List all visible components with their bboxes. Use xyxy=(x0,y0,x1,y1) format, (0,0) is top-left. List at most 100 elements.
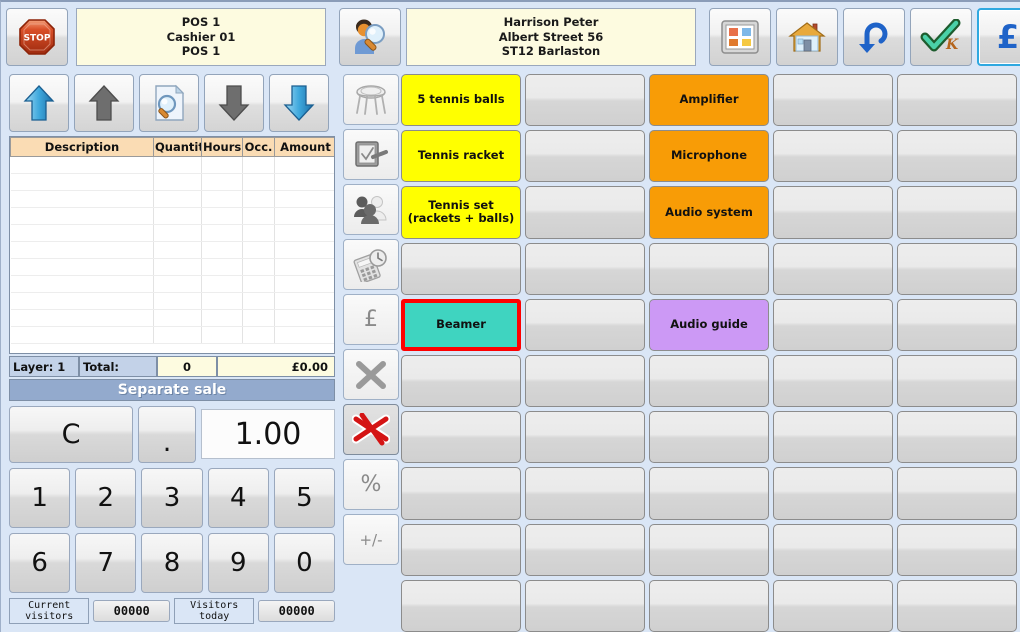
product-button-empty[interactable] xyxy=(773,523,893,576)
product-button-empty[interactable] xyxy=(897,298,1017,351)
signature-confirm-button[interactable] xyxy=(343,129,399,180)
product-button-empty[interactable] xyxy=(525,355,645,408)
product-button-empty[interactable] xyxy=(897,579,1017,632)
scroll-bottom-button[interactable] xyxy=(269,74,329,132)
home-button[interactable] xyxy=(776,8,838,66)
table-row[interactable] xyxy=(10,258,334,276)
product-button-empty[interactable] xyxy=(897,355,1017,408)
ok-confirm-button[interactable]: K xyxy=(910,8,972,66)
product-button-empty[interactable] xyxy=(525,579,645,632)
keypad-digit-5[interactable]: 5 xyxy=(273,468,336,528)
table-cell xyxy=(10,309,154,327)
product-button-empty[interactable] xyxy=(525,467,645,520)
cancel-item-button[interactable] xyxy=(343,404,399,455)
discount-percent-button[interactable]: % xyxy=(343,459,399,510)
product-button-empty[interactable] xyxy=(897,242,1017,295)
product-button-empty[interactable] xyxy=(401,523,521,576)
table-row[interactable] xyxy=(10,190,334,208)
product-button-empty[interactable] xyxy=(773,411,893,464)
stop-button[interactable]: STOP xyxy=(6,8,68,66)
keypad-digit-7[interactable]: 7 xyxy=(75,533,137,593)
sign-toggle-button[interactable]: +/- xyxy=(343,514,399,565)
keypad-digit-9[interactable]: 9 xyxy=(207,533,269,593)
keypad-clear-button[interactable]: C xyxy=(9,406,133,463)
price-override-button[interactable]: £ xyxy=(343,294,399,345)
quantity-multiply-button[interactable] xyxy=(343,349,399,400)
calculator-history-button[interactable] xyxy=(343,239,399,290)
product-button-empty[interactable] xyxy=(525,523,645,576)
keypad-digit-0[interactable]: 0 xyxy=(273,533,336,593)
product-button-empty[interactable] xyxy=(897,467,1017,520)
product-button-empty[interactable] xyxy=(401,467,521,520)
separate-sale-button[interactable]: Separate sale xyxy=(9,379,335,401)
product-button-empty[interactable] xyxy=(897,130,1017,183)
visitors-today-value[interactable]: 00000 xyxy=(258,600,335,622)
table-row[interactable] xyxy=(10,173,334,191)
product-button-empty[interactable] xyxy=(897,74,1017,127)
product-button[interactable]: Beamer xyxy=(401,298,521,351)
product-button-empty[interactable] xyxy=(401,242,521,295)
product-button-empty[interactable] xyxy=(525,242,645,295)
product-button-empty[interactable] xyxy=(649,523,769,576)
amount-display[interactable]: 1.00 xyxy=(201,409,335,459)
product-button-empty[interactable] xyxy=(649,467,769,520)
keypad-digit-2[interactable]: 2 xyxy=(75,468,137,528)
scroll-top-button[interactable] xyxy=(9,74,69,132)
product-button[interactable]: Audio guide xyxy=(649,298,769,351)
scroll-down-button[interactable] xyxy=(204,74,264,132)
keypad-decimal-button[interactable]: . xyxy=(138,406,196,463)
customer-group-button[interactable] xyxy=(343,184,399,235)
product-button-empty[interactable] xyxy=(773,579,893,632)
product-button[interactable]: Audio system xyxy=(649,186,769,239)
table-row[interactable] xyxy=(10,156,334,174)
product-button[interactable]: Tennis racket xyxy=(401,130,521,183)
product-button-empty[interactable] xyxy=(897,411,1017,464)
keypad-digit-8[interactable]: 8 xyxy=(141,533,203,593)
customer-search-button[interactable] xyxy=(339,8,401,66)
document-search-button[interactable] xyxy=(139,74,199,132)
pound-payment-button[interactable]: £ xyxy=(977,8,1020,66)
scroll-up-button[interactable] xyxy=(74,74,134,132)
table-row[interactable] xyxy=(10,207,334,225)
table-row[interactable] xyxy=(10,224,334,242)
product-button-empty[interactable] xyxy=(897,186,1017,239)
product-button-empty[interactable] xyxy=(773,298,893,351)
product-button-empty[interactable] xyxy=(525,130,645,183)
product-button-empty[interactable] xyxy=(649,355,769,408)
table-row[interactable] xyxy=(10,275,334,293)
table-seating-button[interactable] xyxy=(343,74,399,125)
product-button[interactable]: Tennis set (rackets + balls) xyxy=(401,186,521,239)
product-button-empty[interactable] xyxy=(401,411,521,464)
product-button[interactable]: 5 tennis balls xyxy=(401,74,521,127)
transaction-table[interactable]: Description Quantity Hours Occ. Amount xyxy=(9,136,335,354)
window-list-button[interactable] xyxy=(709,8,771,66)
product-button-empty[interactable] xyxy=(525,74,645,127)
product-button-empty[interactable] xyxy=(649,242,769,295)
keypad-digit-4[interactable]: 4 xyxy=(207,468,269,528)
table-row[interactable] xyxy=(10,326,334,344)
product-button-empty[interactable] xyxy=(773,467,893,520)
product-button-empty[interactable] xyxy=(525,298,645,351)
current-visitors-value[interactable]: 00000 xyxy=(93,600,170,622)
product-button[interactable]: Amplifier xyxy=(649,74,769,127)
product-button-empty[interactable] xyxy=(649,579,769,632)
table-row[interactable] xyxy=(10,241,334,259)
product-button-empty[interactable] xyxy=(649,411,769,464)
table-row[interactable] xyxy=(10,292,334,310)
product-button-empty[interactable] xyxy=(525,411,645,464)
product-button-empty[interactable] xyxy=(897,523,1017,576)
product-button-empty[interactable] xyxy=(401,355,521,408)
product-button-empty[interactable] xyxy=(773,130,893,183)
undo-button[interactable] xyxy=(843,8,905,66)
keypad-digit-1[interactable]: 1 xyxy=(9,468,71,528)
product-button[interactable]: Microphone xyxy=(649,130,769,183)
product-button-empty[interactable] xyxy=(525,186,645,239)
product-button-empty[interactable] xyxy=(773,355,893,408)
table-row[interactable] xyxy=(10,309,334,327)
product-button-empty[interactable] xyxy=(773,186,893,239)
keypad-digit-6[interactable]: 6 xyxy=(9,533,71,593)
product-button-empty[interactable] xyxy=(773,74,893,127)
product-button-empty[interactable] xyxy=(773,242,893,295)
product-button-empty[interactable] xyxy=(401,579,521,632)
keypad-digit-3[interactable]: 3 xyxy=(141,468,203,528)
